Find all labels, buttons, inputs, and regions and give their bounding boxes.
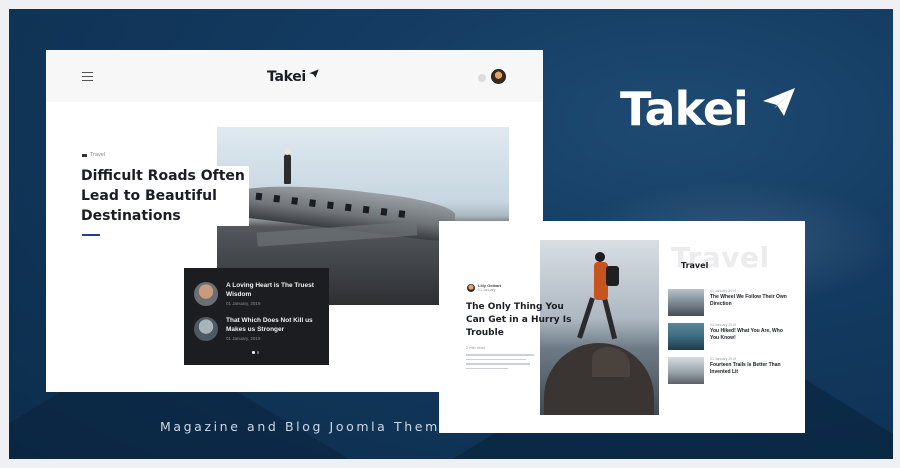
tagline: Magazine and Blog Joomla Theme <box>160 419 451 434</box>
accent-bar <box>82 234 100 236</box>
section-title: Travel <box>681 261 709 270</box>
person-figure <box>284 148 291 184</box>
mockup-logo[interactable]: Takei <box>267 69 306 85</box>
slider-dots[interactable] <box>252 351 259 354</box>
headline[interactable]: Difficult Roads Often Lead to Beautiful … <box>81 166 256 226</box>
brand-name: Takei <box>620 82 749 136</box>
avatar <box>194 317 218 341</box>
brand-logo: Takei <box>620 82 796 136</box>
paper-plane-icon <box>309 69 319 78</box>
read-time: 2 min read <box>466 345 485 350</box>
list-item-date: 01 January, 2019 <box>226 301 261 306</box>
list-item[interactable]: 01 January 2019 You Hiked! What You Are,… <box>668 323 792 350</box>
post-title: The Wheel We Follow Their Own Direction <box>710 294 787 307</box>
post-thumbnail <box>668 289 704 316</box>
category-label[interactable]: Travel <box>82 152 105 158</box>
post-title: You Hiked! What You Are, Who You Know! <box>710 328 783 341</box>
category-mockup: Lilly Gelbart 01 January The Only Thing … <box>439 221 805 433</box>
menu-icon[interactable] <box>82 72 93 81</box>
list-item-title: A Loving Heart is The Truest Wisdom <box>226 282 314 298</box>
avatar[interactable] <box>491 69 506 84</box>
paper-plane-icon <box>762 88 795 116</box>
list-item[interactable]: A Loving Heart is The Truest Wisdom 01 J… <box>194 282 326 306</box>
list-item[interactable]: 01 January 2019 The Wheel We Follow Thei… <box>668 289 792 316</box>
avatar <box>467 283 475 292</box>
post-title: Fourteen Trails Is Better Than Invented … <box>710 362 781 375</box>
post-date: 01 January 2019 <box>710 289 737 293</box>
post-date: 01 January 2019 <box>710 323 737 327</box>
post-date: 01 January 2019 <box>710 357 737 361</box>
author-meta: Lilly Gelbart 01 January <box>467 283 501 292</box>
list-item[interactable]: That Which Does Not Kill us Makes us Str… <box>194 317 326 341</box>
mockup-header: Takei <box>46 50 543 102</box>
list-item[interactable]: 01 January 2019 Fourteen Trails Is Bette… <box>668 357 792 384</box>
avatar <box>194 282 218 306</box>
post-thumbnail <box>668 323 704 350</box>
search-icon[interactable] <box>478 74 486 82</box>
list-item-date: 01 January, 2019 <box>226 336 261 341</box>
excerpt-lines <box>466 354 534 372</box>
featured-list: A Loving Heart is The Truest Wisdom 01 J… <box>184 268 329 365</box>
headline[interactable]: The Only Thing You Can Get in a Hurry Is… <box>466 301 584 340</box>
author-date: 01 January <box>478 288 496 292</box>
post-thumbnail <box>668 357 704 384</box>
list-item-title: That Which Does Not Kill us Makes us Str… <box>226 317 313 333</box>
